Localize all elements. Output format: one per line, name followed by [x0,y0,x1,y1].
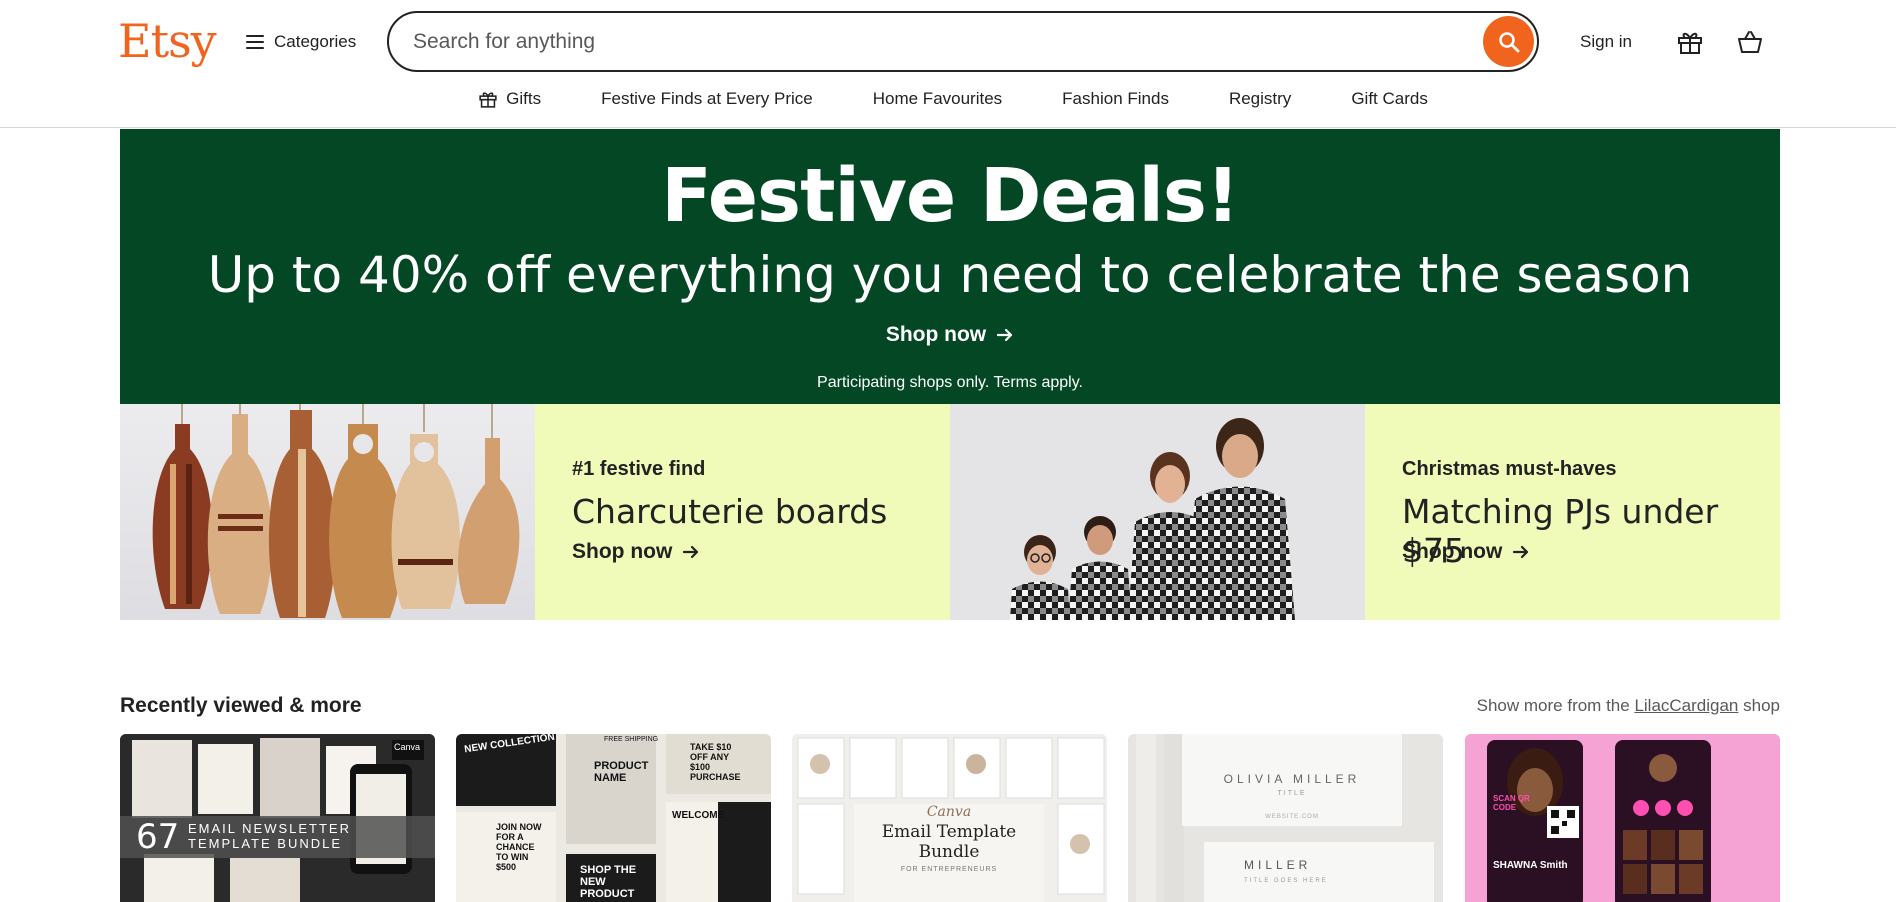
search-bar [387,11,1539,72]
promo-title: Charcuterie boards [572,492,888,531]
gift-icon [1678,32,1702,54]
charcuterie-boards-image[interactable] [120,404,535,620]
nav-label: Fashion Finds [1062,89,1169,108]
thumbnail-name: SHAWNA Smith [1493,860,1568,871]
site-header: Etsy Categories Sign in [0,0,1896,128]
thumbnail-text: FREE SHIPPING [604,736,659,743]
thumbnail-website: WEBSITE.COM [1265,814,1319,820]
thumbnail-brand: Canva [926,804,972,820]
nav-label: Registry [1228,89,1292,108]
thumbnail-role2: TITLE GOES HERE [1244,878,1328,884]
thumbnail-text: WELCOME [672,810,725,821]
nav-item-gift-cards[interactable]: Gift Cards [1351,89,1428,109]
thumbnail-name: OLIVIA MILLER [1223,772,1361,786]
nav-item-gifts[interactable]: Gifts [478,89,541,109]
thumbnail-text: TAKE $10 OFF ANY $100 PURCHASE [690,742,741,782]
thumbnail-corner-text: Canva [394,742,421,752]
listing-card[interactable]: NEW COLLECTION PRODUCT NAME JOIN NOW FOR… [456,734,771,902]
search-button[interactable] [1483,16,1534,67]
sign-in-link[interactable]: Sign in [1580,28,1632,56]
nav-item-home-favourites[interactable]: Home Favourites [873,89,1002,109]
listing-thumbnail [1465,734,1780,902]
hero-cta-label: Shop now [885,323,987,346]
thumbnail-line1: EMAIL NEWSLETTER [188,821,351,836]
thumbnail-text: JOIN NOW FOR A CHANCE TO WIN $500 [496,822,542,872]
listing-card[interactable]: OLIVIA MILLER TITLE WEBSITE.COM MILLER T… [1128,734,1443,902]
nav-item-fashion-finds[interactable]: Fashion Finds [1062,89,1169,109]
promo-cta-label: Shop now [572,540,673,563]
thumbnail-title: Bundle [918,842,980,862]
show-more-prefix: Show more from the [1476,696,1630,715]
nav-item-festive-finds[interactable]: Festive Finds at Every Price [601,89,813,109]
thumbnail-role: TITLE [1277,790,1307,797]
thumbnail-text: PRODUCT NAME [594,760,649,784]
promo-kicker: #1 festive find [572,458,706,480]
recently-viewed-heading: Recently viewed & more [120,694,362,717]
nav-label: Home Favourites [872,89,1003,108]
hero-banner[interactable]: Festive Deals! Up to 40% off everything … [120,129,1780,404]
search-input[interactable] [413,13,1453,70]
hero-shop-now-link[interactable]: Shop now [120,323,1780,347]
hero-title: Festive Deals! [661,153,1239,239]
listing-card[interactable]: 67 EMAIL NEWSLETTER TEMPLATE BUNDLE Canv… [120,734,435,902]
gift-button[interactable] [1672,24,1708,60]
promo-cta-label: Shop now [1402,540,1503,563]
promo-shop-now-link[interactable]: Shop now [572,540,700,564]
thumbnail-line2: TEMPLATE BUNDLE [188,836,343,851]
charcuterie-promo-panel[interactable]: #1 festive find Charcuterie boards Shop … [535,404,950,620]
nav-label: Gift Cards [1351,89,1428,108]
basket-icon [1738,31,1762,53]
show-more-from-shop: Show more from the LilacCardigan shop [1477,696,1780,716]
nav-label: Gifts [506,89,542,108]
family-pajamas-photo [950,404,1365,620]
nav-label: Festive Finds at Every Price [601,89,813,108]
hero-terms-note: Participating shops only. Terms apply. [817,374,1083,391]
arrow-right-icon [1513,545,1529,559]
category-nav: Gifts Festive Finds at Every Price Home … [0,84,1896,114]
gift-icon [479,92,497,108]
thumbnail-title: Email Template [881,822,1017,842]
shop-name-link[interactable]: LilacCardigan [1634,696,1738,715]
promo-kicker: Christmas must-haves [1402,458,1617,480]
categories-label: Categories [274,32,357,51]
arrow-right-icon [997,328,1013,342]
etsy-logo[interactable]: Etsy [118,12,217,70]
thumbnail-text: SHOP THE NEW PRODUCT [580,864,637,900]
thumbnail-subtitle: FOR ENTREPRENEURS [900,866,998,873]
cart-button[interactable] [1732,24,1768,60]
thumbnail-number: 67 [136,817,180,857]
matching-pjs-image[interactable] [950,404,1365,620]
arrow-right-icon [683,545,699,559]
listing-card[interactable]: Canva Email Template Bundle FOR ENTREPRE… [792,734,1107,902]
pajamas-promo-panel[interactable]: Christmas must-haves Matching PJs under … [1365,404,1780,620]
hero-subtitle: Up to 40% off everything you need to cel… [207,246,1693,304]
promo-shop-now-link[interactable]: Shop now [1402,540,1530,564]
thumbnail-name2: MILLER [1244,858,1312,872]
thumbnail-scan-text: SCAN QR CODE [1493,794,1530,812]
listing-card[interactable]: SCAN QR CODE SHAWNA Smith [1465,734,1780,902]
show-more-suffix: shop [1743,696,1780,715]
charcuterie-boards-photo [120,404,535,620]
menu-icon [246,35,264,49]
categories-button[interactable]: Categories [246,26,356,58]
search-icon [1498,31,1519,52]
nav-item-registry[interactable]: Registry [1229,89,1291,109]
